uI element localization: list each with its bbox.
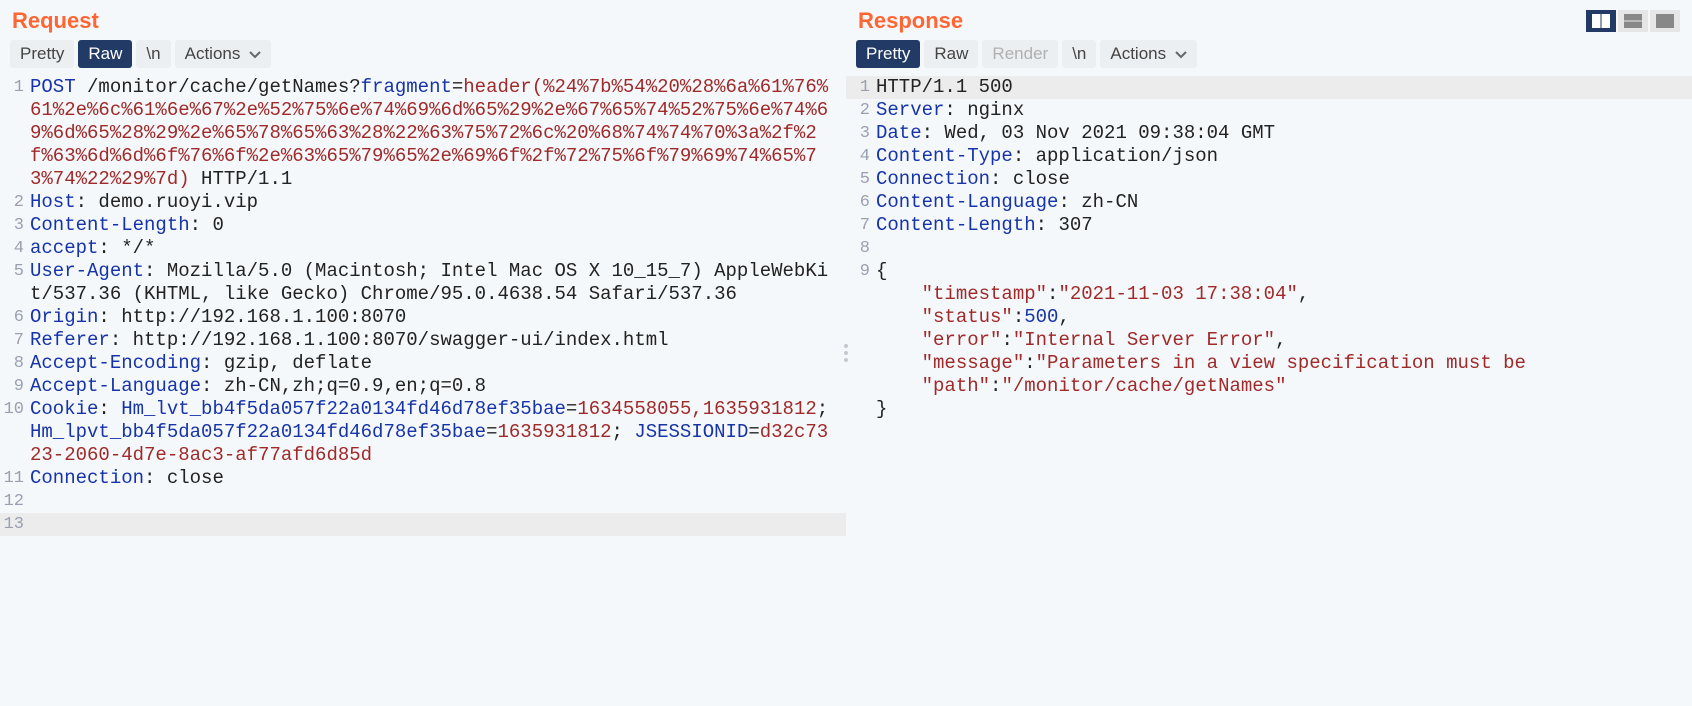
- line-content: "message":"Parameters in a view specific…: [876, 352, 1692, 375]
- response-title: Response: [858, 8, 1586, 34]
- code-line[interactable]: 4Content-Type: application/json: [846, 145, 1692, 168]
- line-content: POST /monitor/cache/getNames?fragment=he…: [30, 76, 846, 191]
- line-content: [876, 237, 1692, 260]
- line-number: 10: [0, 398, 30, 467]
- code-line[interactable]: 4accept: */*: [0, 237, 846, 260]
- code-line[interactable]: "error":"Internal Server Error",: [846, 329, 1692, 352]
- line-content: Connection: close: [876, 168, 1692, 191]
- line-content: Content-Type: application/json: [876, 145, 1692, 168]
- code-line[interactable]: 9{: [846, 260, 1692, 283]
- request-tab-pretty[interactable]: Pretty: [10, 40, 74, 68]
- code-line[interactable]: 1POST /monitor/cache/getNames?fragment=h…: [0, 76, 846, 191]
- actions-label: Actions: [185, 44, 241, 63]
- code-line[interactable]: 1HTTP/1.1 500: [846, 76, 1692, 99]
- line-content: Date: Wed, 03 Nov 2021 09:38:04 GMT: [876, 122, 1692, 145]
- request-header: Request: [0, 0, 846, 40]
- code-line[interactable]: 3Date: Wed, 03 Nov 2021 09:38:04 GMT: [846, 122, 1692, 145]
- layout-rows-button[interactable]: [1618, 10, 1648, 32]
- code-line[interactable]: 11Connection: close: [0, 467, 846, 490]
- actions-label: Actions: [1110, 44, 1166, 63]
- code-line[interactable]: 5User-Agent: Mozilla/5.0 (Macintosh; Int…: [0, 260, 846, 306]
- line-number: 3: [0, 214, 30, 237]
- layout-switcher: [1586, 10, 1680, 32]
- panel-divider[interactable]: [841, 0, 851, 706]
- line-content: Accept-Encoding: gzip, deflate: [30, 352, 846, 375]
- code-line[interactable]: 2Server: nginx: [846, 99, 1692, 122]
- response-panel: Response Pretty Raw R: [846, 0, 1692, 706]
- line-number: 5: [0, 260, 30, 306]
- response-editor[interactable]: 1HTTP/1.1 500 2Server: nginx3Date: Wed, …: [846, 74, 1692, 706]
- response-tab-actions[interactable]: Actions: [1100, 40, 1196, 68]
- code-line[interactable]: 9Accept-Language: zh-CN,zh;q=0.9,en;q=0.…: [0, 375, 846, 398]
- line-content: Content-Length: 0: [30, 214, 846, 237]
- line-number: 13: [0, 513, 30, 536]
- line-content: HTTP/1.1 500: [876, 76, 1692, 99]
- line-content: Connection: close: [30, 467, 846, 490]
- line-content: {: [876, 260, 1692, 283]
- line-number: 4: [0, 237, 30, 260]
- chevron-down-icon: [249, 44, 261, 64]
- line-content: Content-Length: 307: [876, 214, 1692, 237]
- code-line[interactable]: 8Accept-Encoding: gzip, deflate: [0, 352, 846, 375]
- line-number: 9: [0, 375, 30, 398]
- line-content: "path":"/monitor/cache/getNames": [876, 375, 1692, 398]
- request-editor[interactable]: 1POST /monitor/cache/getNames?fragment=h…: [0, 74, 846, 706]
- line-content: Host: demo.ruoyi.vip: [30, 191, 846, 214]
- response-header: Response: [846, 0, 1692, 40]
- response-tab-newline[interactable]: \n: [1062, 40, 1096, 68]
- line-number: 1: [0, 76, 30, 191]
- chevron-down-icon: [1175, 44, 1187, 64]
- code-line[interactable]: 8: [846, 237, 1692, 260]
- line-content: }: [876, 398, 1692, 421]
- line-content: Cookie: Hm_lvt_bb4f5da057f22a0134fd46d78…: [30, 398, 846, 467]
- code-line[interactable]: 12: [0, 490, 846, 513]
- line-content: accept: */*: [30, 237, 846, 260]
- code-line[interactable]: 7Referer: http://192.168.1.100:8070/swag…: [0, 329, 846, 352]
- request-tab-newline[interactable]: \n: [136, 40, 170, 68]
- code-line[interactable]: 10Cookie: Hm_lvt_bb4f5da057f22a0134fd46d…: [0, 398, 846, 467]
- line-content: User-Agent: Mozilla/5.0 (Macintosh; Inte…: [30, 260, 846, 306]
- line-content: Server: nginx: [876, 99, 1692, 122]
- response-tab-pretty[interactable]: Pretty: [856, 40, 920, 68]
- code-line[interactable]: 6Content-Language: zh-CN: [846, 191, 1692, 214]
- request-title: Request: [12, 8, 834, 34]
- code-line[interactable]: "message":"Parameters in a view specific…: [846, 352, 1692, 375]
- line-content: "timestamp":"2021-11-03 17:38:04",: [876, 283, 1692, 306]
- code-line[interactable]: 3Content-Length: 0: [0, 214, 846, 237]
- line-number: 2: [0, 191, 30, 214]
- layout-single-button[interactable]: [1650, 10, 1680, 32]
- code-line[interactable]: 13: [0, 513, 846, 536]
- code-line[interactable]: 5Connection: close: [846, 168, 1692, 191]
- line-content: Referer: http://192.168.1.100:8070/swagg…: [30, 329, 846, 352]
- code-line[interactable]: 2Host: demo.ruoyi.vip: [0, 191, 846, 214]
- line-content: [30, 513, 846, 536]
- layout-columns-button[interactable]: [1586, 10, 1616, 32]
- response-tab-render[interactable]: Render: [982, 40, 1058, 68]
- request-tab-actions[interactable]: Actions: [175, 40, 271, 68]
- line-number: 8: [0, 352, 30, 375]
- line-content: "error":"Internal Server Error",: [876, 329, 1692, 352]
- code-line[interactable]: "status":500,: [846, 306, 1692, 329]
- response-toolbar: Pretty Raw Render \n Actions: [846, 40, 1692, 74]
- line-content: Origin: http://192.168.1.100:8070: [30, 306, 846, 329]
- request-tab-raw[interactable]: Raw: [78, 40, 132, 68]
- code-line[interactable]: 6Origin: http://192.168.1.100:8070: [0, 306, 846, 329]
- request-panel: Request Pretty Raw \n Actions 1POST /mon…: [0, 0, 846, 706]
- line-number: 7: [0, 329, 30, 352]
- code-line[interactable]: 7Content-Length: 307: [846, 214, 1692, 237]
- line-number: 11: [0, 467, 30, 490]
- line-content: "status":500,: [876, 306, 1692, 329]
- line-number: 6: [0, 306, 30, 329]
- line-number: 12: [0, 490, 30, 513]
- drag-handle-icon: [844, 344, 848, 362]
- line-content: Content-Language: zh-CN: [876, 191, 1692, 214]
- request-toolbar: Pretty Raw \n Actions: [0, 40, 846, 74]
- code-line[interactable]: "path":"/monitor/cache/getNames": [846, 375, 1692, 398]
- line-content: Accept-Language: zh-CN,zh;q=0.9,en;q=0.8: [30, 375, 846, 398]
- response-tab-raw[interactable]: Raw: [924, 40, 978, 68]
- line-content: [30, 490, 846, 513]
- code-line[interactable]: }: [846, 398, 1692, 421]
- code-line[interactable]: "timestamp":"2021-11-03 17:38:04",: [846, 283, 1692, 306]
